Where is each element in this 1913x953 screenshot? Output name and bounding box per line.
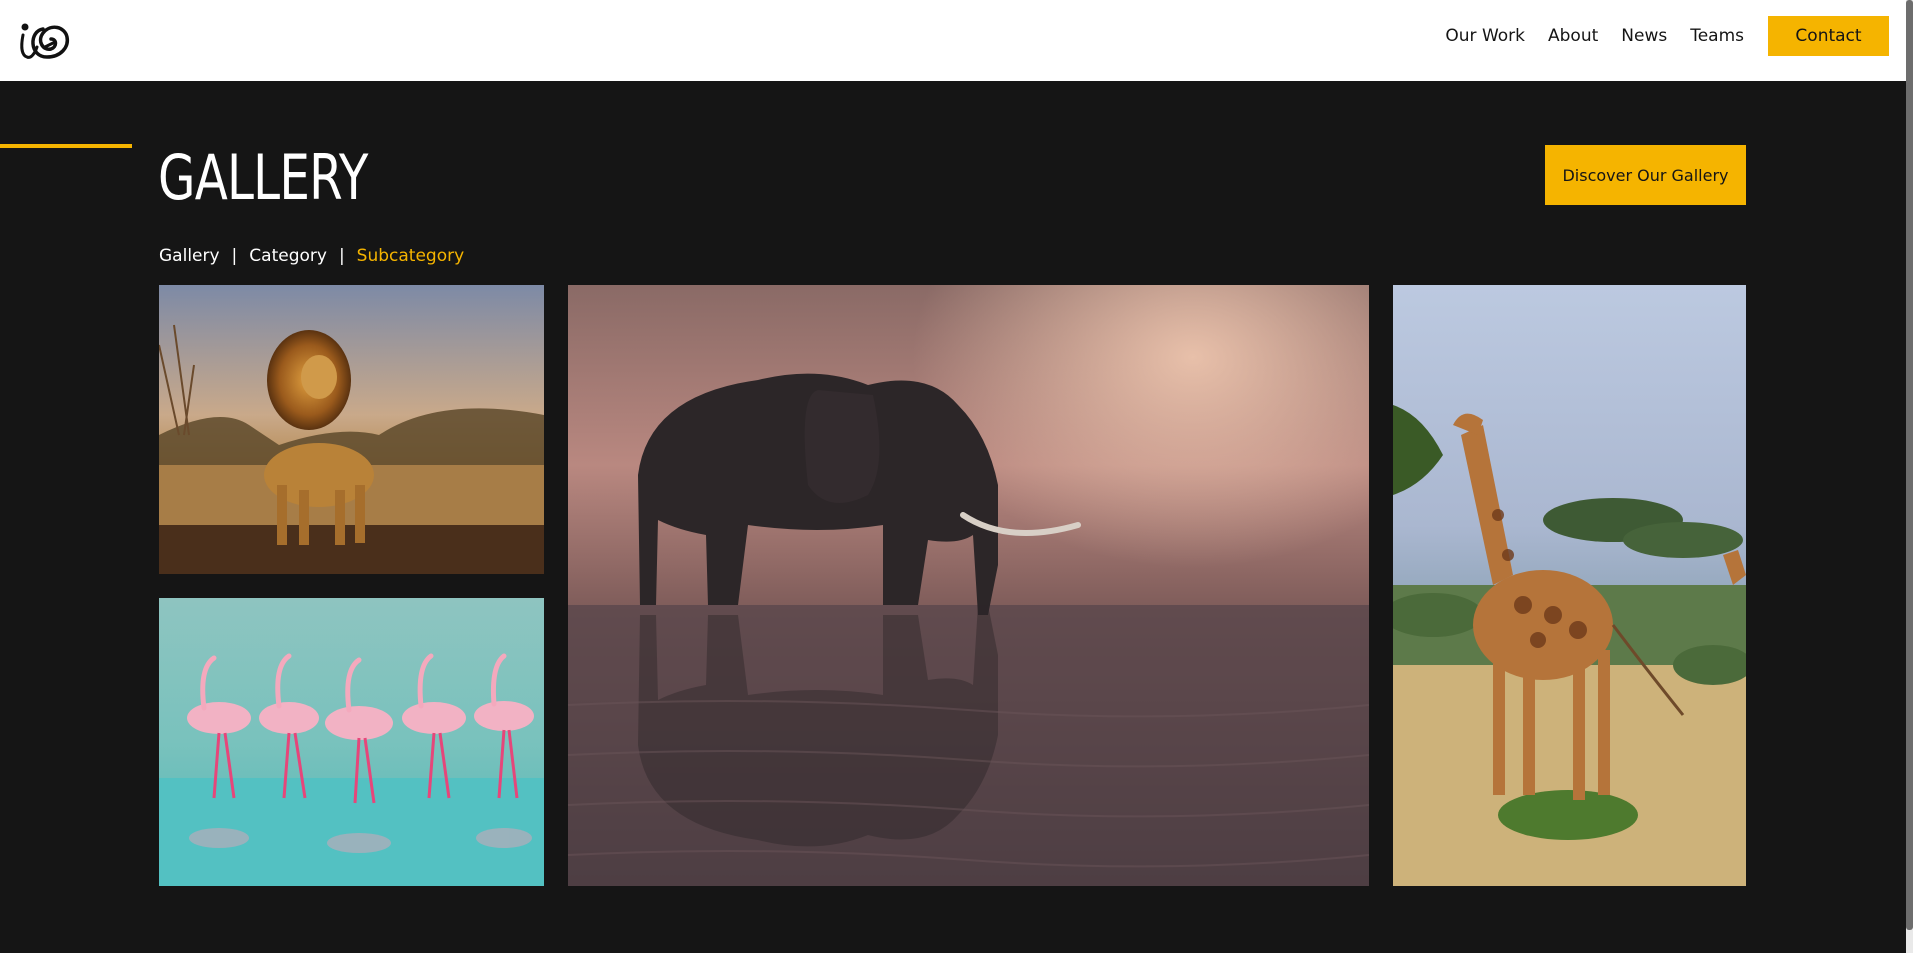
nav-our-work[interactable]: Our Work — [1445, 26, 1525, 46]
scrollbar-thumb[interactable] — [1906, 0, 1913, 930]
breadcrumb-category[interactable]: Category — [249, 246, 327, 266]
giraffe-photo[interactable] — [1393, 285, 1746, 886]
logo-icon[interactable] — [17, 17, 75, 63]
breadcrumb-separator: | — [338, 246, 345, 266]
page: Our Work About News Teams Contact GALLER… — [0, 0, 1913, 953]
lion-photo[interactable] — [159, 285, 544, 574]
discover-gallery-button[interactable]: Discover Our Gallery — [1545, 145, 1746, 205]
flamingo-photo[interactable] — [159, 598, 544, 886]
breadcrumb: Gallery | Category | Subcategory — [159, 246, 464, 266]
elephant-photo[interactable] — [568, 285, 1369, 886]
breadcrumb-gallery[interactable]: Gallery — [159, 246, 220, 266]
main-nav: Our Work About News Teams Contact — [1445, 16, 1906, 56]
scrollbar[interactable] — [1906, 0, 1913, 953]
nav-about[interactable]: About — [1548, 26, 1598, 46]
site-header: Our Work About News Teams Contact — [0, 0, 1906, 81]
nav-teams[interactable]: Teams — [1690, 26, 1744, 46]
nav-news[interactable]: News — [1621, 26, 1667, 46]
page-title: GALLERY — [158, 141, 368, 214]
contact-button[interactable]: Contact — [1768, 16, 1889, 56]
accent-line — [0, 144, 132, 148]
breadcrumb-subcategory: Subcategory — [356, 246, 465, 266]
breadcrumb-separator: | — [231, 246, 238, 266]
